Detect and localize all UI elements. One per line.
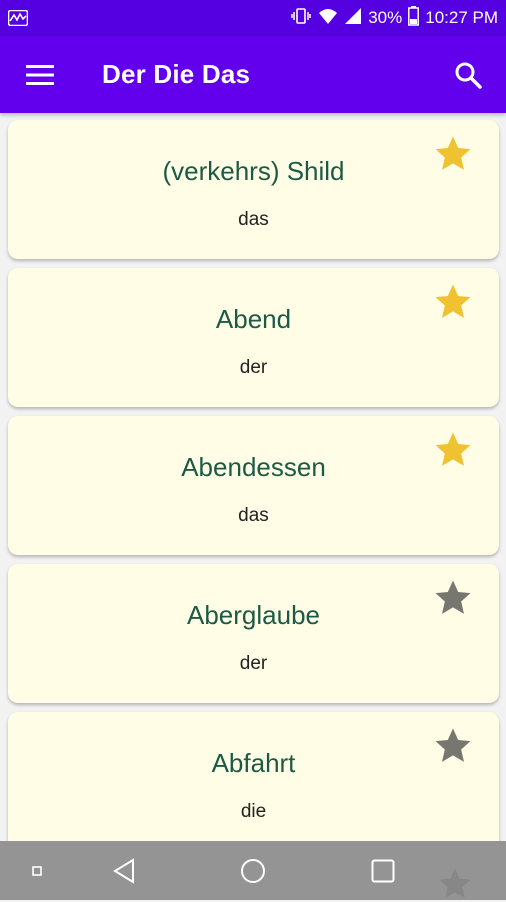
menu-button[interactable] xyxy=(20,55,60,95)
status-indicators: 30% 10:27 PM xyxy=(290,5,498,31)
app-bar: Der Die Das xyxy=(0,36,506,113)
star-outline-icon[interactable] xyxy=(432,726,474,766)
article-text: die xyxy=(240,801,267,822)
hamburger-menu-icon xyxy=(26,64,54,85)
back-icon xyxy=(113,857,134,884)
back-button[interactable] xyxy=(100,841,148,900)
battery-percent: 30% xyxy=(368,8,403,27)
word-text: Abend xyxy=(215,304,292,334)
search-icon xyxy=(455,62,482,89)
word-list[interactable]: (verkehrs) Shild das Abend der Abendesse… xyxy=(0,113,506,841)
word-card[interactable]: Abend der xyxy=(8,268,499,407)
word-text: Aberglaube xyxy=(187,600,320,630)
overview-button[interactable] xyxy=(359,841,407,900)
star-filled-icon[interactable] xyxy=(432,134,474,174)
overview-icon xyxy=(371,859,395,882)
battery-icon xyxy=(408,5,420,31)
word-text: Abfahrt xyxy=(211,748,296,778)
wifi-icon xyxy=(318,7,338,30)
word-text: Abendessen xyxy=(181,452,326,482)
article-text: das xyxy=(238,209,269,230)
signal-icon xyxy=(344,7,362,30)
navigation-bar xyxy=(0,841,506,900)
star-filled-icon[interactable] xyxy=(432,430,474,470)
search-button[interactable] xyxy=(448,55,488,95)
status-bar: 30% 10:27 PM xyxy=(0,0,506,36)
word-card[interactable]: Aberglaube der xyxy=(8,564,499,703)
recent-dot-icon xyxy=(32,865,42,876)
article-text: der xyxy=(239,653,268,674)
word-card[interactable]: Abfahrt die xyxy=(8,712,499,841)
word-card[interactable]: (verkehrs) Shild das xyxy=(8,120,499,259)
word-text: (verkehrs) Shild xyxy=(162,156,345,186)
page-title: Der Die Das xyxy=(102,59,251,89)
home-button[interactable] xyxy=(229,841,277,900)
home-icon xyxy=(241,858,265,883)
star-filled-icon[interactable] xyxy=(432,282,474,322)
article-text: der xyxy=(239,357,268,378)
article-text: das xyxy=(238,505,269,526)
activity-icon xyxy=(8,9,30,27)
recent-dot-button[interactable] xyxy=(22,841,52,900)
word-card[interactable]: Abendessen das xyxy=(8,416,499,555)
star-outline-icon[interactable] xyxy=(432,578,474,618)
clock: 10:27 PM xyxy=(425,8,498,27)
vibrate-icon xyxy=(290,7,312,30)
